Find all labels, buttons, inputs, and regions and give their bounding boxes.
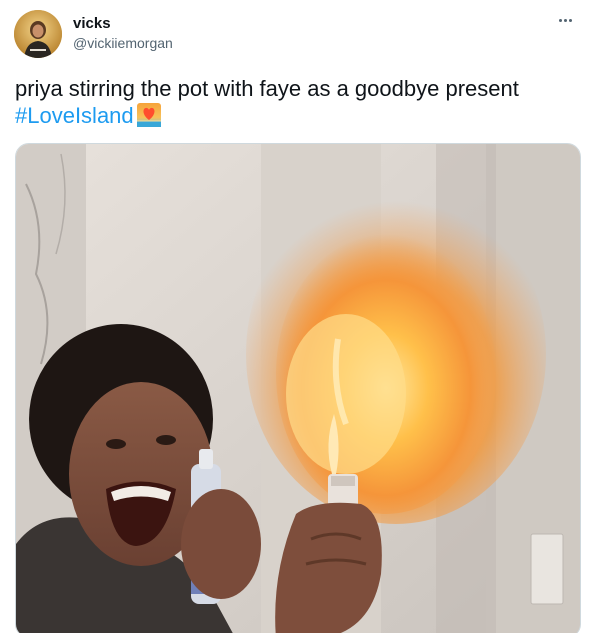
author-display-name[interactable]: vicks: [73, 15, 111, 32]
love-island-heart-sunset-icon: [136, 102, 162, 128]
avatar[interactable]: [14, 10, 62, 58]
meme-photo: [16, 144, 580, 633]
tweet-text: priya stirring the pot with faye as a go…: [15, 75, 575, 129]
more-options-icon[interactable]: [554, 12, 576, 28]
hashtag-link[interactable]: #LoveIsland: [15, 103, 134, 128]
tweet-media-image[interactable]: [15, 143, 581, 633]
tweet-body: priya stirring the pot with faye as a go…: [15, 76, 519, 101]
tweet-header: vicks @vickiiemorgan: [14, 10, 578, 60]
author-handle[interactable]: @vickiiemorgan: [73, 35, 173, 51]
